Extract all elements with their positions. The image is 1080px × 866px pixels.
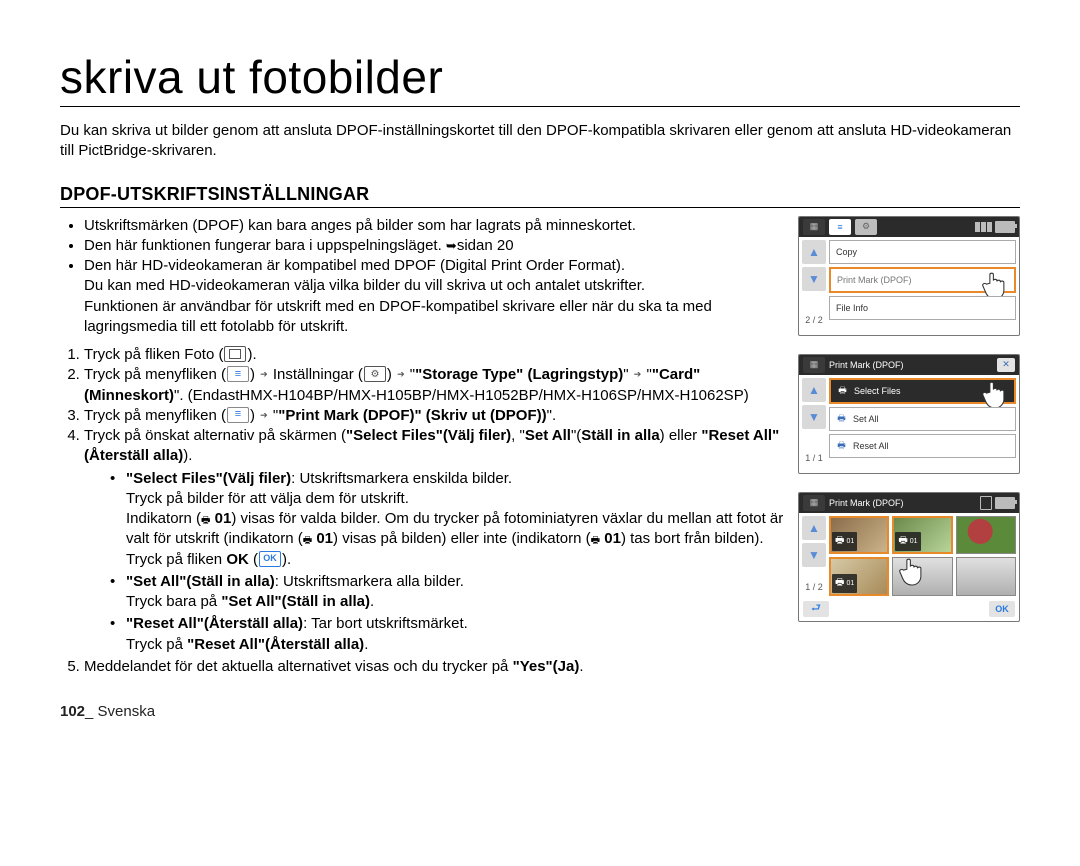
text-column: Utskriftsmärken (DPOF) kan bara anges på… <box>60 216 798 678</box>
screen-bottombar: ⮐ OK <box>799 599 1019 619</box>
thumbnail[interactable]: 01 <box>829 557 889 596</box>
intro-text: Du kan skriva ut bilder genom att anslut… <box>60 121 1020 162</box>
screen-topbar: ▦ Print Mark (DPOF) ✕ <box>799 355 1019 375</box>
step-5: Meddelandet för det aktuella alternative… <box>84 657 786 677</box>
printer-icon: 🖶 <box>837 385 848 396</box>
thumbnail[interactable]: 01 <box>829 516 889 555</box>
page-title: skriva ut fotobilder <box>60 50 1020 107</box>
close-icon[interactable]: ✕ <box>997 358 1015 372</box>
battery-icon <box>995 497 1015 509</box>
photo-tab-icon <box>224 346 246 362</box>
printer-icon <box>201 510 210 527</box>
sub-select-files: "Select Files"(Välj filer): Utskriftsmar… <box>108 469 786 570</box>
photo-tab-icon[interactable]: ▦ <box>803 357 825 373</box>
scroll-down-button[interactable]: ▼ <box>802 405 826 429</box>
menu-tab-icon <box>227 407 249 423</box>
page-footer: 102_ Svenska <box>60 703 1020 720</box>
menu-item-print-mark[interactable]: Print Mark (DPOF) <box>829 267 1016 293</box>
sub-set-all: "Set All"(Ställ in alla): Utskriftsmarke… <box>108 572 786 613</box>
page-indicator: 2 / 2 <box>799 315 829 325</box>
screen-topbar: ▦ Print Mark (DPOF) <box>799 493 1019 513</box>
arrow-right-icon: ➔ <box>397 367 405 381</box>
thumbnail[interactable]: 01 <box>892 516 952 555</box>
screen-print-mark-options: ▦ Print Mark (DPOF) ✕ ▲ ▼ 1 / 1 🖶 <box>798 354 1020 474</box>
step-4: Tryck på önskat alternativ på skärmen ("… <box>84 426 786 655</box>
option-set-all[interactable]: 🖶 Set All <box>829 407 1016 431</box>
status-icon <box>975 222 992 232</box>
photo-tab-icon[interactable]: ▦ <box>803 219 825 235</box>
gear-icon <box>364 366 386 382</box>
printer-icon <box>303 530 312 547</box>
screen-title: Print Mark (DPOF) <box>829 498 904 508</box>
thumbnail[interactable] <box>956 516 1016 555</box>
ok-button[interactable]: OK <box>989 601 1015 617</box>
menu-item-file-info[interactable]: File Info <box>829 296 1016 320</box>
step-1: Tryck på fliken Foto (). <box>84 345 786 365</box>
menu-tab-icon[interactable]: ≡ <box>829 219 851 235</box>
printer-icon <box>591 530 600 547</box>
screen-thumbnail-grid: ▦ Print Mark (DPOF) ▲ ▼ 1 / 2 <box>798 492 1020 622</box>
page-number: 102 <box>60 703 85 720</box>
bullet-list: Utskriftsmärken (DPOF) kan bara anges på… <box>60 216 786 338</box>
print-badge: 01 <box>832 532 857 551</box>
screenshots-column: ▦ ≡ ⚙ ▲ ▼ 2 / 2 Copy <box>798 216 1020 640</box>
hand-pointer-icon <box>982 378 1010 410</box>
gear-icon[interactable]: ⚙ <box>855 219 877 235</box>
print-badge: 01 <box>895 532 920 551</box>
menu-tab-icon <box>227 366 249 382</box>
card-icon <box>980 496 992 510</box>
steps-list: Tryck på fliken Foto (). Tryck på menyfl… <box>60 345 786 677</box>
screen-topbar: ▦ ≡ ⚙ <box>799 217 1019 237</box>
section-heading: DPOF-UTSKRIFTSINSTÄLLNINGAR <box>60 184 1020 208</box>
scroll-up-button[interactable]: ▲ <box>802 240 826 264</box>
thumbnail-grid: 01 01 01 <box>829 513 1019 599</box>
manual-page: skriva ut fotobilder Du kan skriva ut bi… <box>0 0 1080 750</box>
menu-item-copy[interactable]: Copy <box>829 240 1016 264</box>
step-2: Tryck på menyfliken () ➔ Inställningar (… <box>84 365 786 406</box>
page-indicator: 1 / 2 <box>799 582 829 592</box>
arrow-right-icon: ➔ <box>260 408 268 422</box>
arrow-right-icon: ➔ <box>260 367 268 381</box>
ok-icon: OK <box>259 551 281 567</box>
scroll-up-button[interactable]: ▲ <box>802 516 826 540</box>
thumbnail[interactable] <box>892 557 952 596</box>
sub-reset-all: "Reset All"(Återställ alla): Tar bort ut… <box>108 614 786 655</box>
print-badge: 01 <box>832 574 857 593</box>
bullet-item: Den här HD-videokameran är kompatibel me… <box>84 256 786 337</box>
printer-icon: 🖶 <box>836 413 847 424</box>
printer-icon: 🖶 <box>836 440 847 451</box>
scroll-up-button[interactable]: ▲ <box>802 378 826 402</box>
bullet-item: Den här funktionen fungerar bara i uppsp… <box>84 236 786 256</box>
step-3: Tryck på menyfliken () ➔ ""Print Mark (D… <box>84 406 786 426</box>
screen-title: Print Mark (DPOF) <box>829 360 904 370</box>
bullet-item: Utskriftsmärken (DPOF) kan bara anges på… <box>84 216 786 236</box>
arrow-right-icon: ➔ <box>634 367 642 381</box>
footer-language: _ Svenska <box>85 703 155 720</box>
battery-icon <box>995 221 1015 233</box>
option-select-files[interactable]: 🖶 Select Files <box>829 378 1016 404</box>
option-reset-all[interactable]: 🖶 Reset All <box>829 434 1016 458</box>
thumbnail[interactable] <box>956 557 1016 596</box>
scroll-down-button[interactable]: ▼ <box>802 267 826 291</box>
scroll-down-button[interactable]: ▼ <box>802 543 826 567</box>
photo-tab-icon[interactable]: ▦ <box>803 495 825 511</box>
screen-menu-list: ▦ ≡ ⚙ ▲ ▼ 2 / 2 Copy <box>798 216 1020 336</box>
return-button[interactable]: ⮐ <box>803 601 829 617</box>
page-indicator: 1 / 1 <box>799 453 829 463</box>
page-ref-arrow-icon <box>446 237 457 254</box>
